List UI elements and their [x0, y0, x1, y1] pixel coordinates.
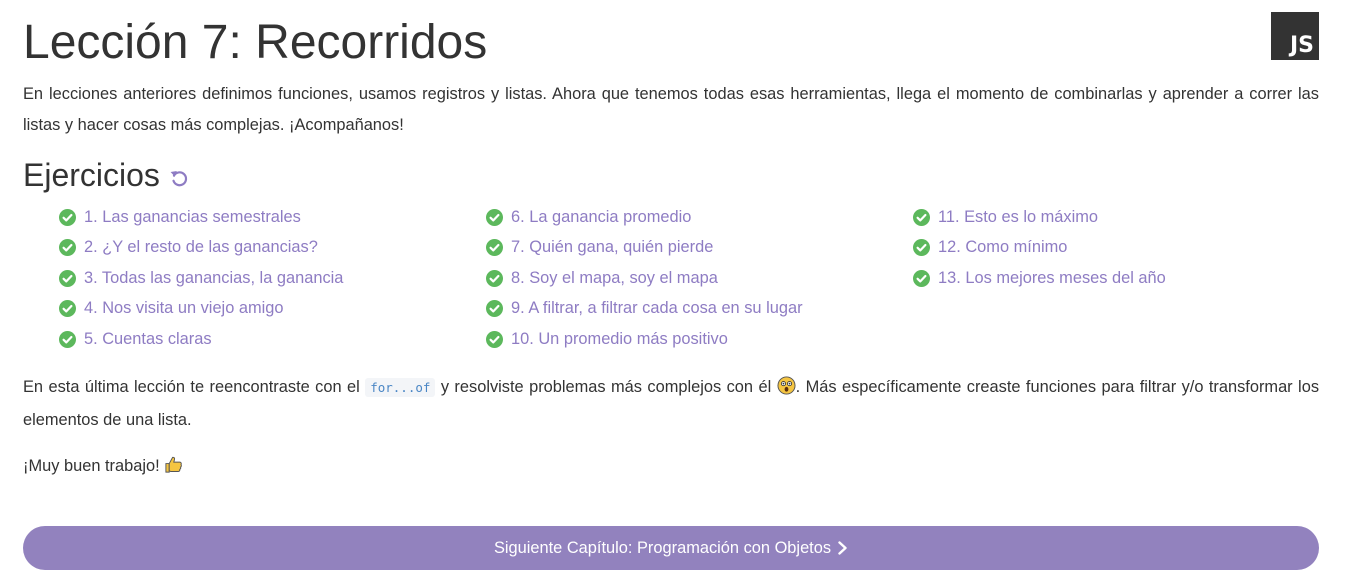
exercise-label: 4. Nos visita un viejo amigo: [84, 299, 284, 318]
exercise-label: 10. Un promedio más positivo: [511, 329, 728, 348]
exercise-column-3: 11. Esto es lo máximo 12. Como mínimo 13. …: [913, 202, 1333, 294]
check-circle-icon: [486, 239, 503, 257]
exercise-link[interactable]: 10. Un promedio más positivo: [486, 324, 906, 355]
check-circle-icon: [913, 239, 930, 257]
check-circle-icon: [59, 300, 76, 318]
exercises-heading: Ejercicios: [23, 155, 190, 195]
exercise-label: 8. Soy el mapa, soy el mapa: [511, 268, 718, 287]
next-chapter-button[interactable]: Siguiente Capítulo: Programación con Obj…: [23, 526, 1319, 570]
astonished-face-icon: [777, 375, 796, 405]
check-circle-icon: [59, 208, 76, 226]
exercise-label: 12. Como mínimo: [938, 238, 1068, 257]
check-circle-icon: [486, 269, 503, 287]
lesson-intro: En lecciones anteriores definimos funcio…: [23, 85, 1319, 134]
exercise-link[interactable]: 8. Soy el mapa, soy el mapa: [486, 263, 906, 294]
summary-text-2: y resolviste problemas más complejos con…: [435, 378, 777, 396]
exercise-list: 1. Las ganancias semestrales 2. ¿Y el res…: [59, 202, 1319, 358]
chevron-right-icon: [837, 541, 848, 555]
exercise-link[interactable]: 11. Esto es lo máximo: [913, 202, 1333, 233]
praise-message: ¡Muy buen trabajo!: [23, 451, 183, 484]
praise-text: ¡Muy buen trabajo!: [23, 457, 165, 475]
js-logo: JS: [1271, 12, 1319, 60]
check-circle-icon: [59, 330, 76, 348]
exercise-label: 13. Los mejores meses del año: [938, 268, 1166, 287]
exercise-link[interactable]: 13. Los mejores meses del año: [913, 263, 1333, 294]
exercise-label: 5. Cuentas claras: [84, 329, 212, 348]
check-circle-icon: [59, 239, 76, 257]
page-title: Lección 7: Recorridos: [23, 16, 488, 69]
exercise-link[interactable]: 9. A filtrar, a filtrar cada cosa en su …: [486, 294, 906, 325]
check-circle-icon: [59, 269, 76, 287]
check-circle-icon: [486, 208, 503, 226]
lesson-summary: En esta última lección te reencontraste …: [23, 372, 1319, 435]
exercise-label: 1. Las ganancias semestrales: [84, 207, 301, 226]
exercise-label: 9. A filtrar, a filtrar cada cosa en su …: [511, 299, 803, 318]
summary-text-1: En esta última lección te reencontraste …: [23, 378, 366, 396]
undo-icon[interactable]: [168, 167, 190, 189]
for-of-code: for...of: [365, 378, 436, 397]
exercise-label: 6. La ganancia promedio: [511, 207, 692, 226]
exercise-link[interactable]: 2. ¿Y el resto de las ganancias?: [59, 233, 479, 264]
exercise-link[interactable]: 12. Como mínimo: [913, 233, 1333, 264]
exercise-link[interactable]: 3. Todas las ganancias, la ganancia: [59, 263, 479, 294]
exercise-link[interactable]: 6. La ganancia promedio: [486, 202, 906, 233]
exercise-label: 2. ¿Y el resto de las ganancias?: [84, 238, 318, 257]
check-circle-icon: [486, 300, 503, 318]
check-circle-icon: [913, 269, 930, 287]
exercise-label: 3. Todas las ganancias, la ganancia: [84, 268, 344, 287]
exercise-column-2: 6. La ganancia promedio 7. Quién gana, qu…: [486, 202, 906, 355]
next-chapter-label: Siguiente Capítulo: Programación con Obj…: [493, 538, 832, 557]
exercise-label: 11. Esto es lo máximo: [938, 207, 1099, 226]
check-circle-icon: [486, 330, 503, 348]
exercise-link[interactable]: 1. Las ganancias semestrales: [59, 202, 479, 233]
exercise-link[interactable]: 7. Quién gana, quién pierde: [486, 233, 906, 264]
exercise-column-1: 1. Las ganancias semestrales 2. ¿Y el res…: [59, 202, 479, 355]
lesson-page: Lección 7: Recorridos JS En lecciones an…: [23, 0, 1319, 578]
thumbs-up-icon: [164, 454, 183, 484]
check-circle-icon: [913, 208, 930, 226]
exercise-link[interactable]: 4. Nos visita un viejo amigo: [59, 294, 479, 325]
js-logo-text: JS: [1289, 33, 1314, 58]
exercise-label: 7. Quién gana, quién pierde: [511, 238, 714, 257]
exercise-link[interactable]: 5. Cuentas claras: [59, 324, 479, 355]
exercises-heading-label: Ejercicios: [23, 157, 160, 193]
